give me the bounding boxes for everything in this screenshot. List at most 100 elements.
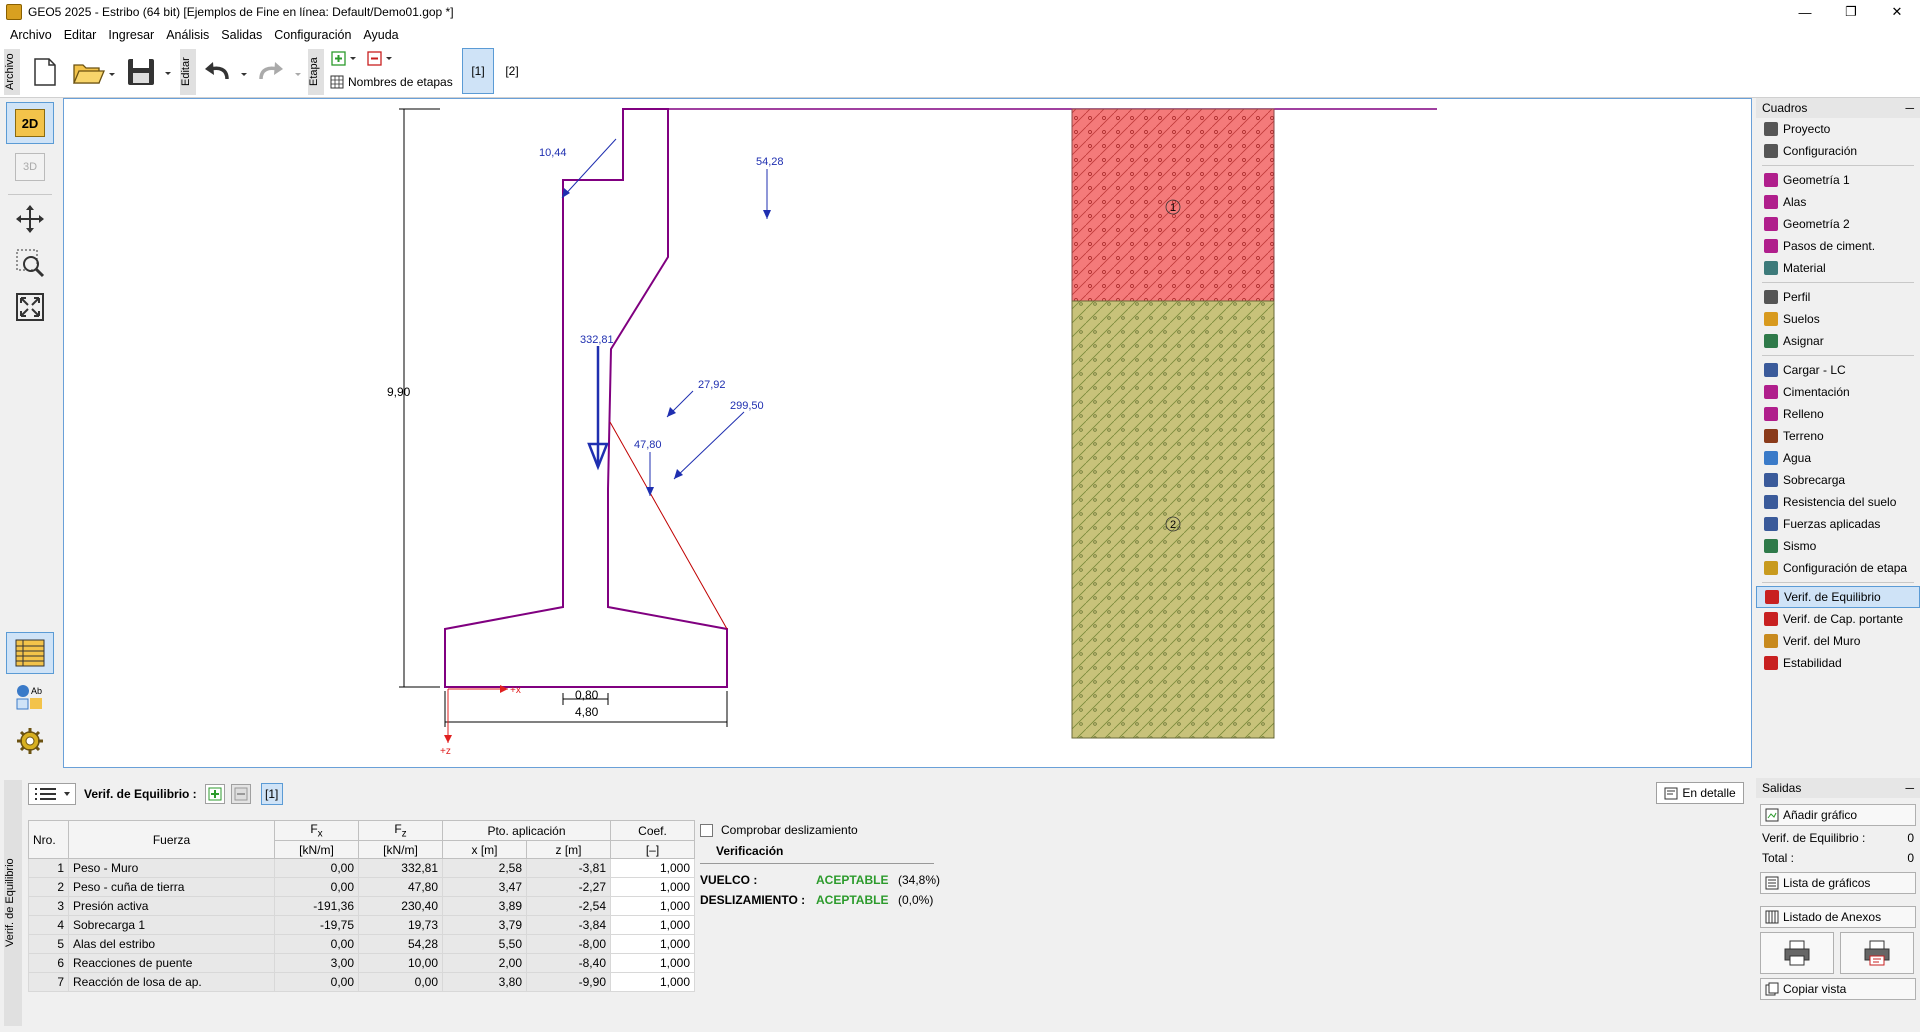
menu-archivo[interactable]: Archivo [4,28,58,42]
frame-item-surcharge[interactable]: Sobrecarga [1756,469,1920,491]
frame-item-stage-settings[interactable]: Configuración de etapa [1756,557,1920,579]
frame-item-project[interactable]: Proyecto [1756,118,1920,140]
detail-button[interactable]: En detalle [1656,782,1744,804]
frame-item-backfill[interactable]: Relleno [1756,403,1920,425]
toolbar-divider [8,194,52,195]
frame-item-foundation[interactable]: Cimentación [1756,381,1920,403]
frame-item-footing-steps[interactable]: Pasos de ciment. [1756,235,1920,257]
table-row[interactable]: 6 Reacciones de puente 3,00 10,00 2,00 -8,40 1… [28,953,695,974]
header-nro[interactable]: Nro. [28,819,69,860]
remove-icon [234,787,248,801]
menu-ingresar[interactable]: Ingresar [102,28,160,42]
pan-button[interactable] [6,198,54,240]
menu-analisis[interactable]: Análisis [160,28,215,42]
cell-coef[interactable]: 1,000 [610,858,695,879]
remove-row-button[interactable] [230,784,251,804]
stage-names-button[interactable]: Nombres de etapas [330,72,454,92]
cell-x: 2,00 [442,953,527,974]
frame-item-stability[interactable]: Estabilidad [1756,652,1920,674]
print-button[interactable] [1760,932,1834,974]
frame-item-water[interactable]: Agua [1756,447,1920,469]
stage-tab-2[interactable]: [2] [496,48,528,94]
frame-item-terrain[interactable]: Terreno [1756,425,1920,447]
add-graphic-icon [1765,808,1779,822]
annex-list-button[interactable]: Listado de Anexos [1760,906,1916,928]
new-file-button[interactable] [28,52,62,92]
menu-configuracion[interactable]: Configuración [268,28,357,42]
cell-coef[interactable]: 1,000 [610,896,695,917]
table-row[interactable]: 2 Peso - cuña de tierra 0,00 47,80 3,47 -2,27… [28,877,695,898]
frame-item-wings[interactable]: Alas [1756,191,1920,213]
copy-view-button[interactable]: Copiar vista [1760,978,1916,1000]
cell-nro: 5 [28,934,69,955]
load-label-3: 332,81 [580,334,614,346]
table-row[interactable]: 7 Reacción de losa de ap. 0,00 0,00 3,80 -9,9… [28,972,695,993]
frame-item-equilibrium[interactable]: Verif. de Equilibrio [1756,586,1920,608]
stage-tab-1[interactable]: [1] [462,48,494,94]
frame-item-label: Verif. de Equilibrio [1784,590,1881,604]
cell-coef[interactable]: 1,000 [610,953,695,974]
frame-item-label: Terreno [1783,429,1824,443]
frame-item-assign[interactable]: Asignar [1756,330,1920,352]
list-icon [35,788,70,800]
cell-fz: 0,00 [358,972,443,993]
frame-item-wall-check[interactable]: Verif. del Muro [1756,630,1920,652]
add-graphic-button[interactable]: Añadir gráfico [1760,804,1916,826]
frame-item-profile[interactable]: Perfil [1756,286,1920,308]
outputs-header: Salidas ─ [1756,778,1920,798]
cell-coef[interactable]: 1,000 [610,877,695,898]
menu-salidas[interactable]: Salidas [215,28,268,42]
remove-stage-button[interactable] [366,50,396,68]
open-file-button[interactable] [70,52,118,92]
frame-item-soils[interactable]: Suelos [1756,308,1920,330]
check-sliding-checkbox[interactable] [700,823,713,837]
save-button[interactable] [124,52,176,92]
cell-coef[interactable]: 1,000 [610,934,695,955]
collapse-icon[interactable]: ─ [1905,781,1914,795]
cell-z: -9,90 [526,972,611,993]
table-view-button[interactable] [6,632,54,674]
stage-tag[interactable]: [1] [260,783,283,805]
frame-item-geometry2[interactable]: Geometría 2 [1756,213,1920,235]
frame-item-geometry[interactable]: Geometría 1 [1756,169,1920,191]
cell-coef[interactable]: 1,000 [610,972,695,993]
table-row[interactable]: 1 Peso - Muro 0,00 332,81 2,58 -3,81 1,000 [28,858,695,879]
graphics-list-button[interactable]: Lista de gráficos [1760,872,1916,894]
cell-coef[interactable]: 1,000 [610,915,695,936]
print-pdf-button[interactable] [1840,932,1914,974]
frame-item-earthquake[interactable]: Sismo [1756,535,1920,557]
settings-button[interactable] [6,720,54,762]
maximize-button[interactable]: ❐ [1828,0,1874,24]
add-row-button[interactable] [204,784,225,804]
frame-item-applied-forces[interactable]: Fuerzas aplicadas [1756,513,1920,535]
frame-item-gear[interactable]: Configuración [1756,140,1920,162]
styles-button[interactable]: Ab [6,676,54,718]
drawing-canvas[interactable]: 9,90 0,80 4,80 +x +z 10,44 54,28 332,81 [63,98,1752,768]
table-row[interactable]: 4 Sobrecarga 1 -19,75 19,73 3,79 -3,84 1,000 [28,915,695,936]
redo-button[interactable] [254,52,304,92]
frame-item-soil-resistance[interactable]: Resistencia del suelo [1756,491,1920,513]
list-menu-button[interactable] [28,783,76,805]
frame-item-load-lc[interactable]: Cargar - LC [1756,359,1920,381]
view-3d-button[interactable]: 3D [6,146,54,188]
frame-item-label: Asignar [1783,334,1824,348]
stability-icon [1764,656,1778,670]
collapse-icon[interactable]: ─ [1905,101,1914,115]
frame-item-material[interactable]: Material [1756,257,1920,279]
table-row[interactable]: 3 Presión activa -191,36 230,40 3,89 -2,54 1,0… [28,896,695,917]
menu-ayuda[interactable]: Ayuda [357,28,404,42]
equilibrium-icon [1765,590,1779,604]
zoom-button[interactable] [6,242,54,284]
results-header: Verif. de Equilibrio : [1] [28,782,283,806]
frame-item-bearing-capacity[interactable]: Verif. de Cap. portante [1756,608,1920,630]
close-button[interactable]: ✕ [1874,0,1920,24]
table-row[interactable]: 5 Alas del estribo 0,00 54,28 5,50 -8,00 1,000 [28,934,695,955]
zoom-extents-button[interactable] [6,286,54,328]
menu-editar[interactable]: Editar [58,28,103,42]
cell-fz: 332,81 [358,858,443,879]
minimize-button[interactable]: — [1782,0,1828,24]
add-stage-button[interactable] [330,50,360,68]
stage-names-label: Nombres de etapas [348,75,453,89]
view-2d-button[interactable]: 2D [6,102,54,144]
undo-button[interactable] [200,52,250,92]
